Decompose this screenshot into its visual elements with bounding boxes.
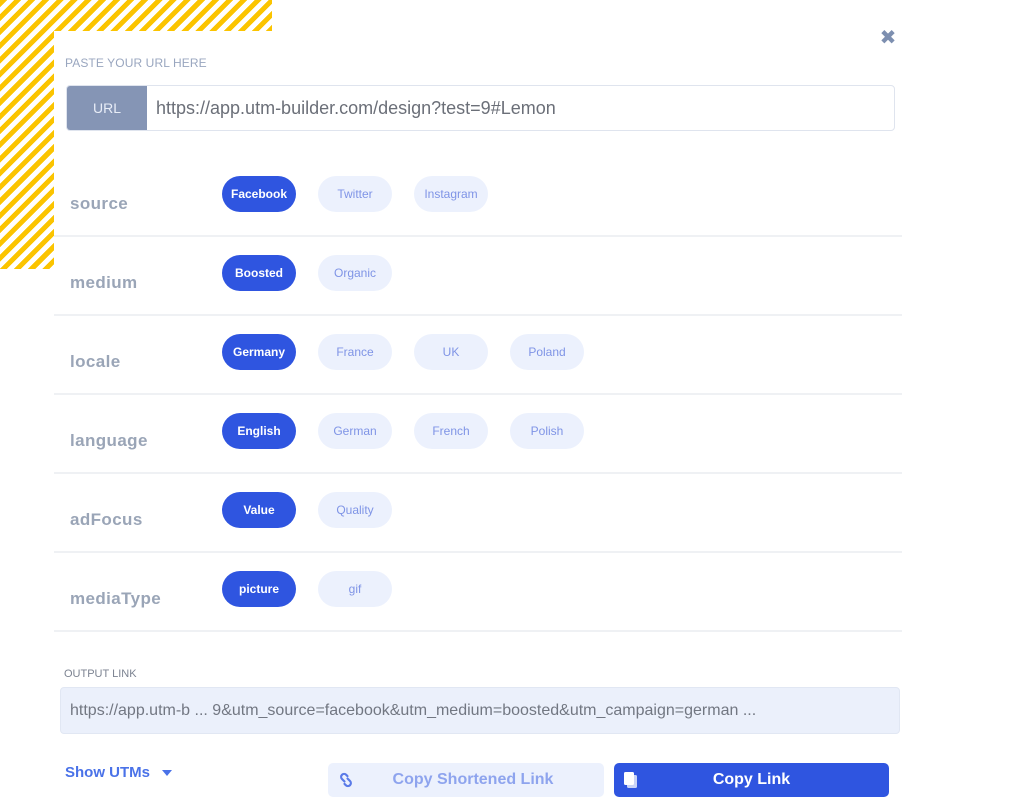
- copy-link-button[interactable]: Copy Link: [614, 763, 889, 797]
- option-chip-german[interactable]: German: [318, 413, 392, 449]
- param-row-source: source Facebook Twitter Instagram: [54, 158, 902, 237]
- copy-shortened-link-button[interactable]: Copy Shortened Link: [328, 763, 604, 797]
- option-chips: Facebook Twitter Instagram: [222, 176, 488, 212]
- caret-down-icon: [162, 769, 172, 776]
- option-chip-picture[interactable]: picture: [222, 571, 296, 607]
- option-chips: English German French Polish: [222, 413, 584, 449]
- paste-url-label: PASTE YOUR URL HERE: [65, 56, 207, 70]
- option-chip-english[interactable]: English: [222, 413, 296, 449]
- param-label: language: [70, 431, 148, 450]
- option-chip-value[interactable]: Value: [222, 492, 296, 528]
- param-row-language: language English German French Polish: [54, 395, 902, 474]
- copy-link-label: Copy Link: [712, 771, 791, 788]
- option-chip-gif[interactable]: gif: [318, 571, 392, 607]
- option-chip-twitter[interactable]: Twitter: [318, 176, 392, 212]
- option-chip-france[interactable]: France: [318, 334, 392, 370]
- option-chip-organic[interactable]: Organic: [318, 255, 392, 291]
- option-chips: picture gif: [222, 571, 392, 607]
- output-link-field[interactable]: https://app.utm-b ... 9&utm_source=faceb…: [60, 687, 900, 734]
- option-chip-germany[interactable]: Germany: [222, 334, 296, 370]
- option-chip-boosted[interactable]: Boosted: [222, 255, 296, 291]
- output-link-label: OUTPUT LINK: [64, 668, 137, 680]
- url-field-group: URL: [66, 85, 895, 131]
- option-chip-quality[interactable]: Quality: [318, 492, 392, 528]
- param-label: adFocus: [70, 510, 143, 529]
- param-label: medium: [70, 273, 138, 292]
- option-chip-facebook[interactable]: Facebook: [222, 176, 296, 212]
- url-tag: URL: [67, 86, 147, 130]
- option-chip-uk[interactable]: UK: [414, 334, 488, 370]
- option-chip-french[interactable]: French: [414, 413, 488, 449]
- option-chips: Value Quality: [222, 492, 392, 528]
- param-row-mediaType: mediaType picture gif: [54, 553, 902, 632]
- param-label: locale: [70, 352, 121, 371]
- option-chip-polish[interactable]: Polish: [510, 413, 584, 449]
- option-chips: Germany France UK Poland: [222, 334, 584, 370]
- option-chip-instagram[interactable]: Instagram: [414, 176, 488, 212]
- param-label: source: [70, 194, 129, 213]
- param-label: mediaType: [70, 589, 162, 608]
- url-input[interactable]: [147, 86, 894, 130]
- param-row-adFocus: adFocus Value Quality: [54, 474, 902, 553]
- option-chips: Boosted Organic: [222, 255, 392, 291]
- copy-shortened-link-label: Copy Shortened Link: [392, 771, 554, 788]
- param-row-locale: locale Germany France UK Poland: [54, 316, 902, 395]
- show-utms-label: Show UTMs: [65, 764, 150, 781]
- show-utms-toggle[interactable]: Show UTMs: [65, 764, 172, 781]
- option-chip-poland[interactable]: Poland: [510, 334, 584, 370]
- param-row-medium: medium Boosted Organic: [54, 237, 902, 316]
- close-icon[interactable]: ✖: [878, 28, 898, 48]
